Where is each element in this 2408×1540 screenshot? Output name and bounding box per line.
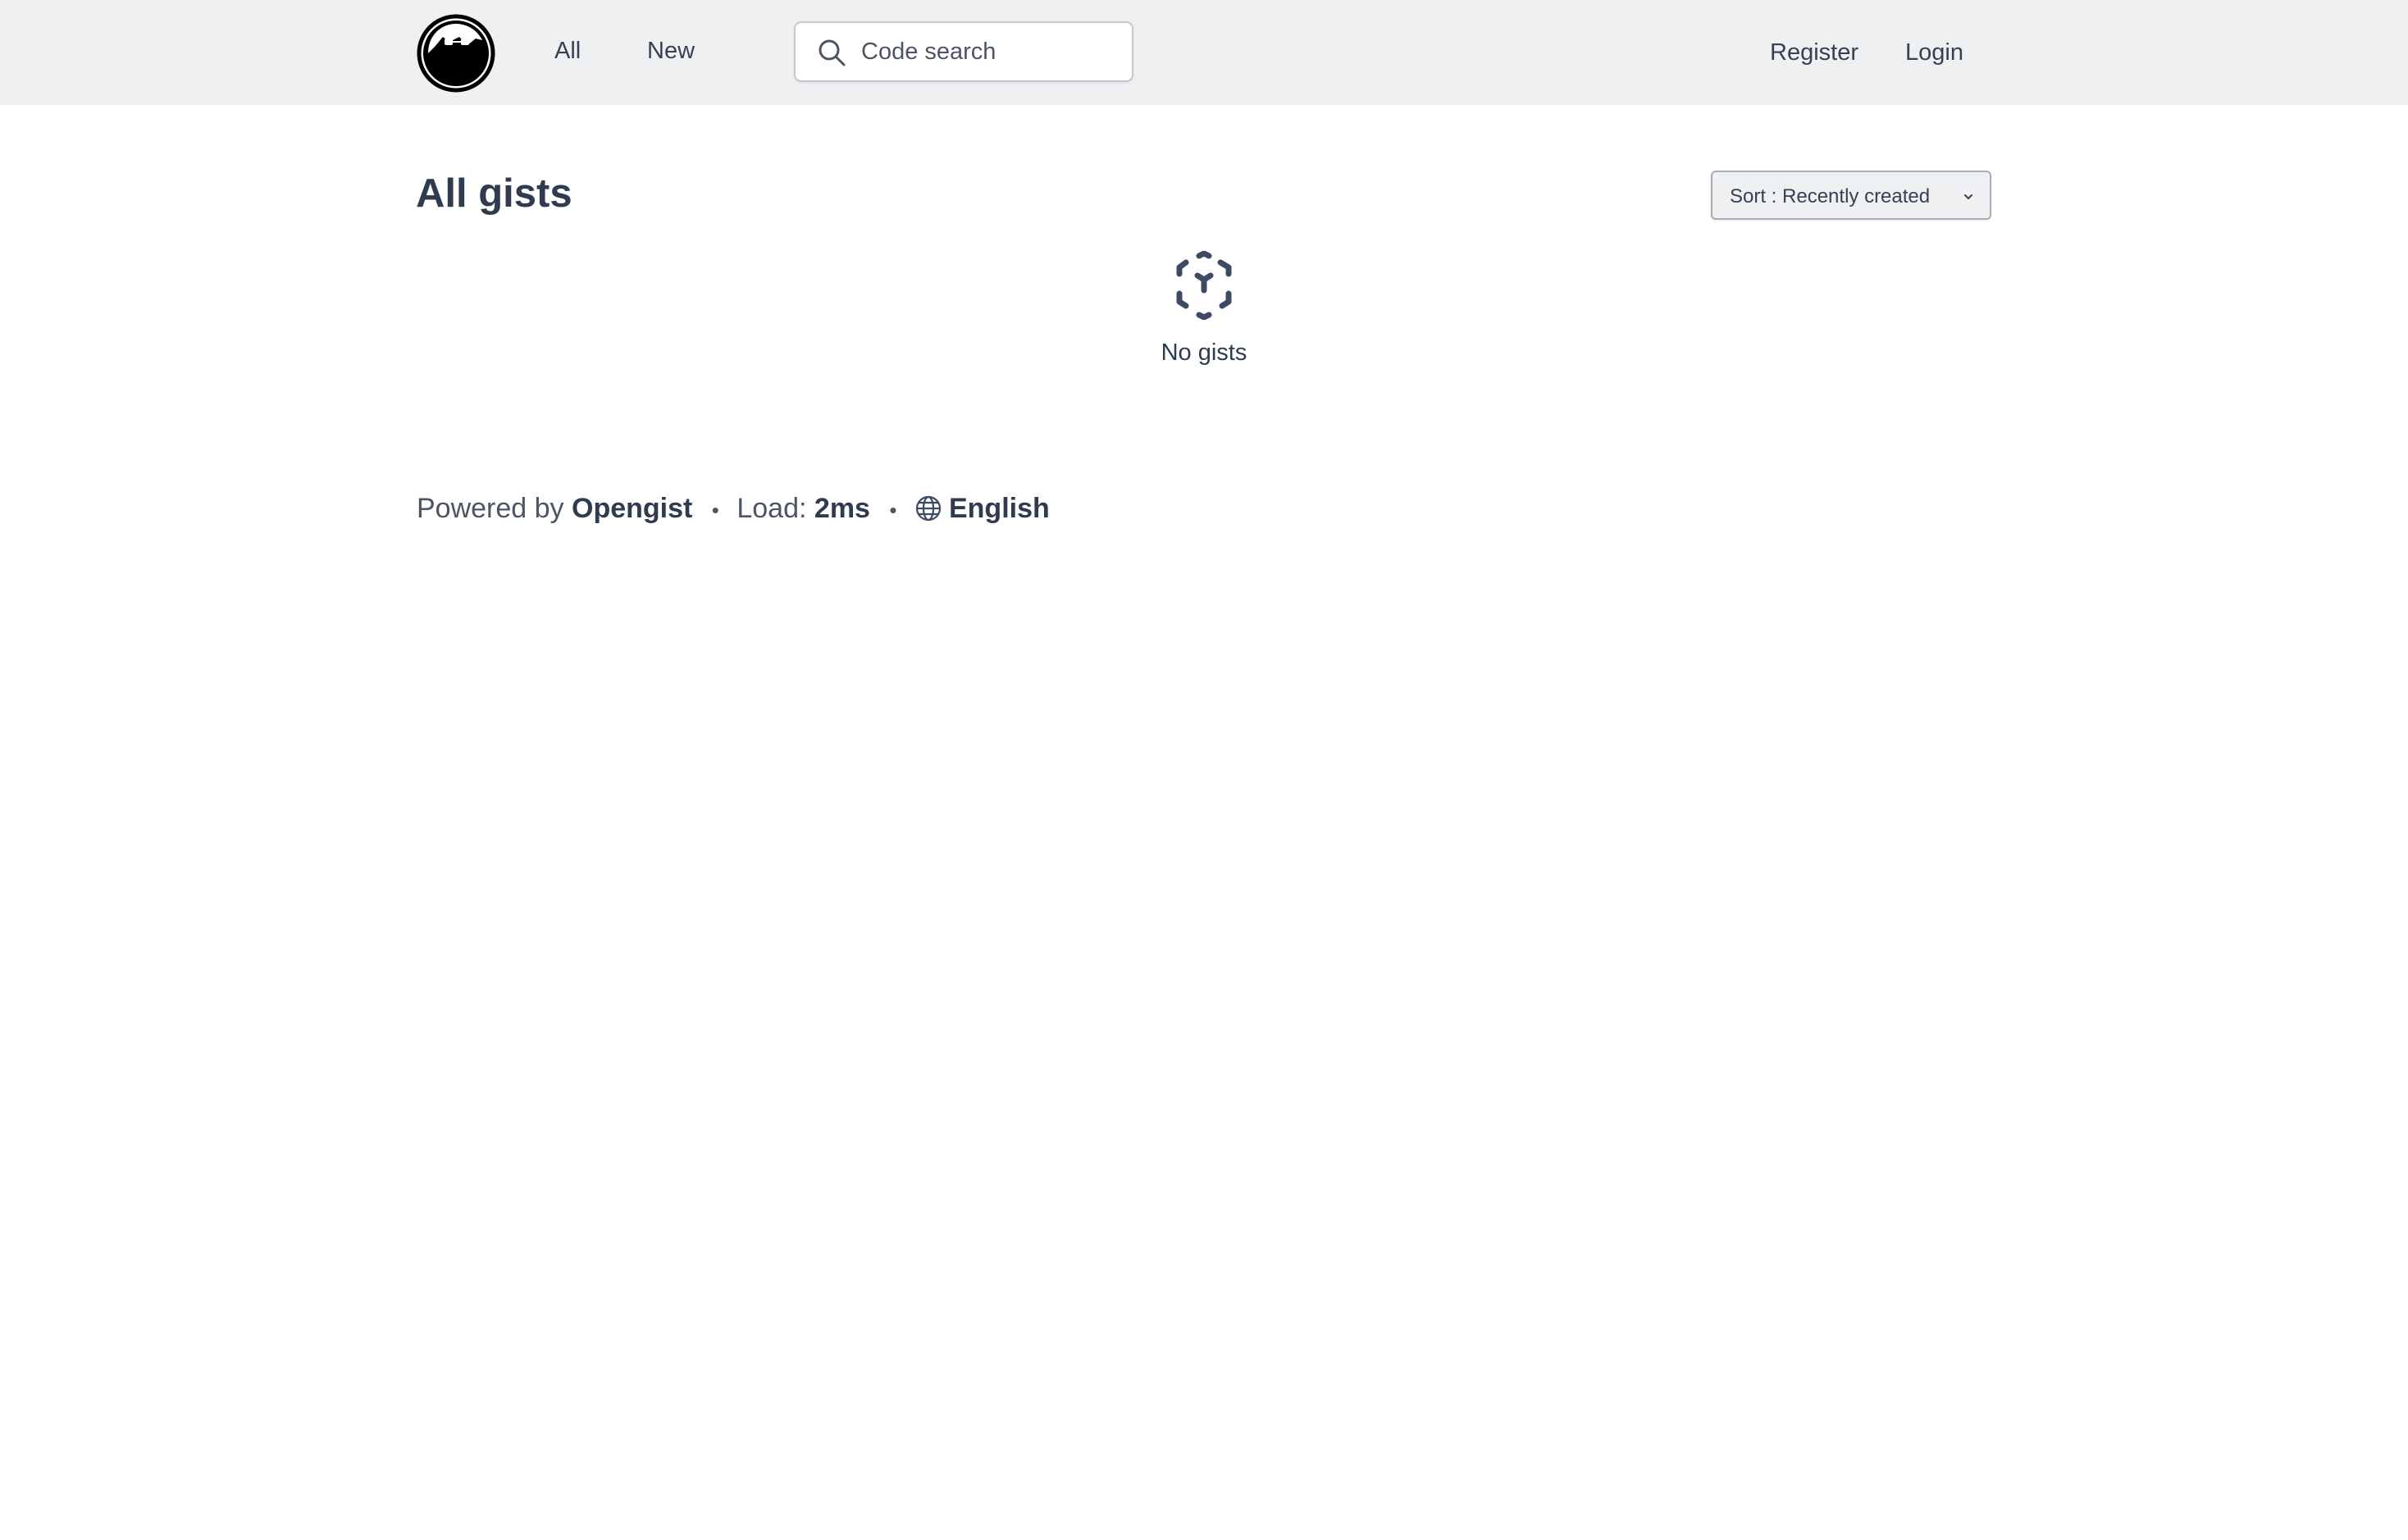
load-value: 2ms — [814, 493, 870, 524]
opengist-logo-icon[interactable] — [417, 14, 495, 93]
opengist-link[interactable]: Opengist — [572, 493, 692, 524]
language-selector[interactable]: English — [949, 493, 1050, 524]
page-title: All gists — [416, 171, 572, 216]
search-box[interactable] — [794, 21, 1133, 82]
chevron-down-icon — [1964, 194, 1972, 199]
cube-dashed-icon — [1176, 251, 1232, 320]
globe-icon[interactable] — [914, 494, 942, 522]
nav-link-all[interactable]: All — [554, 36, 581, 66]
sort-label: Sort : Recently created — [1730, 185, 1931, 207]
nav-link-new[interactable]: New — [647, 36, 695, 66]
register-link[interactable]: Register — [1770, 38, 1858, 67]
search-input[interactable] — [861, 23, 1124, 80]
login-link[interactable]: Login — [1905, 38, 1963, 67]
powered-by-label: Powered by — [417, 493, 564, 524]
footer-separator: • — [889, 498, 897, 523]
sort-dropdown-button[interactable]: Sort : Recently created — [1711, 171, 1991, 220]
footer: Powered by Opengist • Load: 2ms • Englis… — [417, 490, 1050, 526]
search-icon — [819, 39, 846, 66]
empty-state-text: No gists — [1161, 339, 1247, 366]
load-label: Load: — [737, 493, 807, 524]
top-navbar: All New Register Login — [0, 0, 2408, 105]
footer-separator: • — [711, 498, 719, 523]
